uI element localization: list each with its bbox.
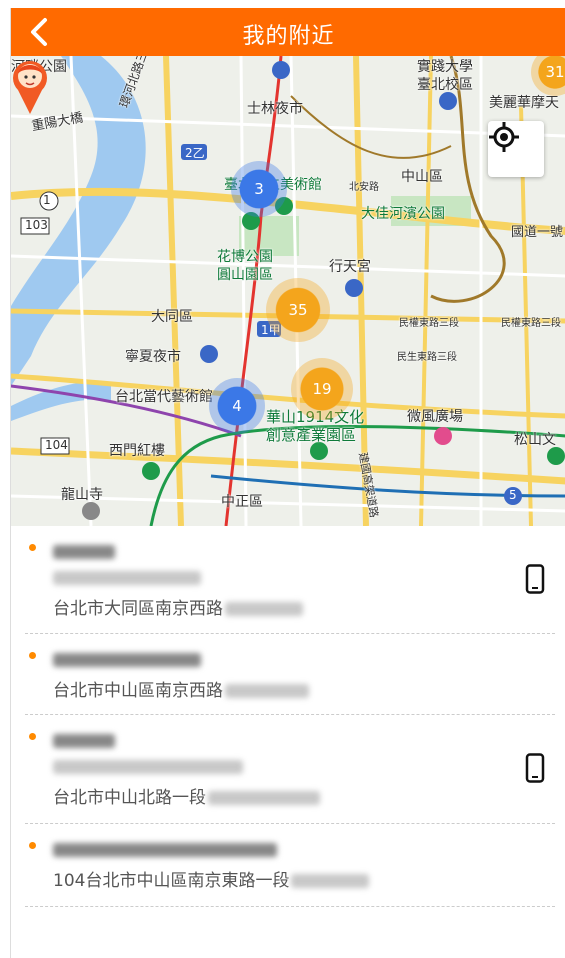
map-label: 中山區 xyxy=(401,169,443,185)
map-label: 北安路 xyxy=(349,182,379,193)
mobile-phone-icon[interactable] xyxy=(525,753,545,783)
map-cluster[interactable]: 3 xyxy=(231,161,287,217)
list-item[interactable]: 104台北市中山區南京東路一段 xyxy=(25,824,555,907)
map-label: 寧夏夜市 xyxy=(125,349,181,365)
road-shield: 103 xyxy=(25,218,48,232)
map-label: 士林夜市 xyxy=(247,101,303,117)
redacted-name xyxy=(53,650,201,670)
map-label: 微風廣場 xyxy=(407,409,463,425)
map-label: 台北當代藝術館 xyxy=(115,389,213,405)
map-label: 西門紅樓 xyxy=(109,443,165,459)
map-label: 國道一號 xyxy=(511,225,564,240)
address-line: 台北市大同區南京西路 xyxy=(53,594,303,619)
page-title: 我的附近 xyxy=(242,24,335,49)
map-label: 龍山寺 xyxy=(61,487,103,503)
address-line: 台北市中山北路一段 xyxy=(53,783,320,808)
map-label: 圓山園區 xyxy=(217,267,273,283)
list-item[interactable]: 台北市中山北路一段 xyxy=(25,715,555,824)
redacted-name xyxy=(53,542,115,562)
map-label: 民權東路三段 xyxy=(501,318,561,329)
avatar-pin-icon[interactable] xyxy=(11,56,49,114)
redacted-company xyxy=(53,568,201,588)
road-shield: 1 xyxy=(43,193,51,207)
bullet-dot xyxy=(29,652,36,659)
map-label: 創意產業園區 xyxy=(266,426,357,444)
road-shield: 2乙 xyxy=(185,146,205,160)
road-shield: 5 xyxy=(509,488,517,502)
redacted-name xyxy=(53,840,277,860)
list-item[interactable]: 台北市中山區南京西路 xyxy=(25,634,555,715)
map-label: 松山文 xyxy=(514,432,556,448)
map-label: 中正區 xyxy=(221,494,263,510)
map-label: 大同區 xyxy=(151,309,193,325)
map-label: 花博公園 xyxy=(217,249,273,265)
map-label: 行天宮 xyxy=(329,259,371,275)
redacted-company xyxy=(53,757,243,777)
redacted-name xyxy=(53,731,115,751)
map-cluster[interactable]: 19 xyxy=(291,358,353,420)
road-shield: 104 xyxy=(45,438,68,452)
bullet-dot xyxy=(29,733,36,740)
crosshair-icon xyxy=(489,122,519,152)
bullet-dot xyxy=(29,842,36,849)
map-view[interactable]: 河畔公園 實踐大學 臺北校區 美麗華摩天 士林夜市 環河北路三段 重陽大橋 2乙… xyxy=(11,56,565,526)
map-label: 民權東路三段 xyxy=(399,318,459,329)
bullet-dot xyxy=(29,544,36,551)
address-line: 104台北市中山區南京東路一段 xyxy=(53,866,370,891)
top-bar: 我的附近 xyxy=(11,8,565,56)
map-label: 實踐大學 xyxy=(417,59,473,75)
address-line: 台北市中山區南京西路 xyxy=(53,676,309,701)
map-label: 大佳河濱公園 xyxy=(361,206,445,222)
map-label: 民生東路三段 xyxy=(397,352,457,363)
map-cluster[interactable]: 35 xyxy=(266,278,330,342)
mobile-phone-icon[interactable] xyxy=(525,564,545,594)
app-frame: 我的附近 實踐大學 臺北校區 美麗華摩天 士林夜市 環河北路三段 重陽大橋 2乙… xyxy=(10,8,565,958)
list-item[interactable]: 台北市大同區南京西路 xyxy=(25,526,555,634)
locate-button[interactable] xyxy=(488,121,544,177)
map-cluster[interactable]: 4 xyxy=(209,378,265,434)
map-label: 臺北校區 xyxy=(417,77,473,93)
nearby-list: 台北市大同區南京西路 台北市中山區南京西路 台北市中山北路一段 104台北市中山… xyxy=(11,526,565,958)
